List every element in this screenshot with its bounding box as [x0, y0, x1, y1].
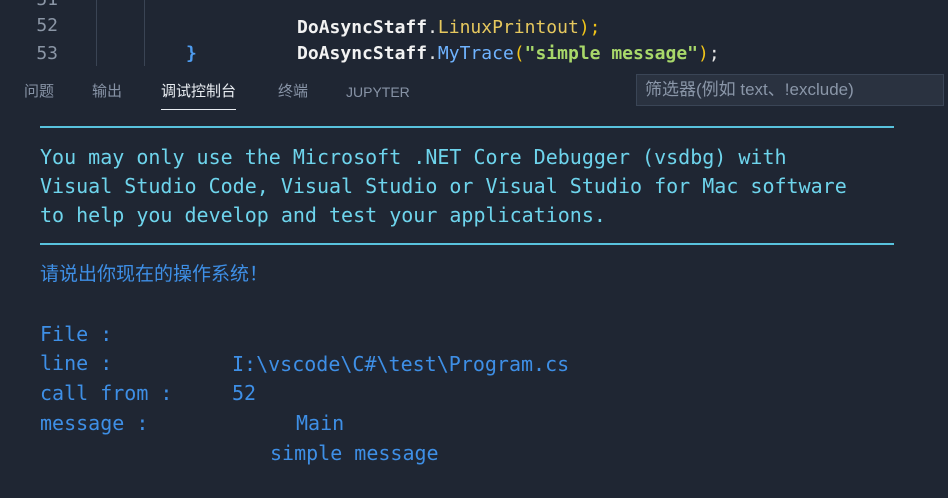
trace-row: File : I:\vscode\C#\test\Program.cs: [40, 289, 569, 376]
filter-input[interactable]: [636, 74, 944, 106]
tab-output[interactable]: 输出: [92, 80, 122, 110]
trace-row: call from : Main: [40, 348, 344, 435]
console-line: Visual Studio Code, Visual Studio or Vis…: [40, 174, 847, 198]
trace-key: message :: [40, 411, 149, 435]
tab-debug-console[interactable]: 调试控制台: [161, 80, 237, 110]
code-line-52: 52 DoAsyncStaff.MyTrace("simple message"…: [0, 12, 948, 64]
debug-console-output[interactable]: You may only use the Microsoft .NET Core…: [0, 116, 948, 465]
code-line-53: 53 }: [0, 40, 948, 66]
line-number: 52: [36, 15, 58, 36]
console-prompt: 请说出你现在的操作系统！: [40, 263, 269, 285]
line-number: 53: [36, 43, 58, 64]
tab-problems[interactable]: 问题: [24, 80, 54, 110]
trace-value: I:\vscode\C#\test\Program.cs: [232, 352, 570, 376]
tab-jupyter[interactable]: JUPYTER: [346, 80, 410, 110]
console-line: to help you develop and test your applic…: [40, 203, 606, 227]
trace-value: Main: [296, 411, 345, 435]
trace-row: message : simple message: [40, 378, 439, 465]
code-editor[interactable]: 51 DoAsyncStaff.LinuxPrintout); 52 DoAsy…: [0, 0, 948, 66]
divider: [40, 126, 894, 128]
trace-value: simple message: [270, 441, 439, 465]
closing-brace: }: [186, 43, 197, 64]
trace-row: line : 52: [40, 318, 256, 405]
console-line: You may only use the Microsoft .NET Core…: [40, 145, 787, 169]
trace-value: 52: [232, 381, 257, 405]
tab-terminal[interactable]: 终端: [278, 80, 308, 110]
divider: [40, 243, 894, 245]
